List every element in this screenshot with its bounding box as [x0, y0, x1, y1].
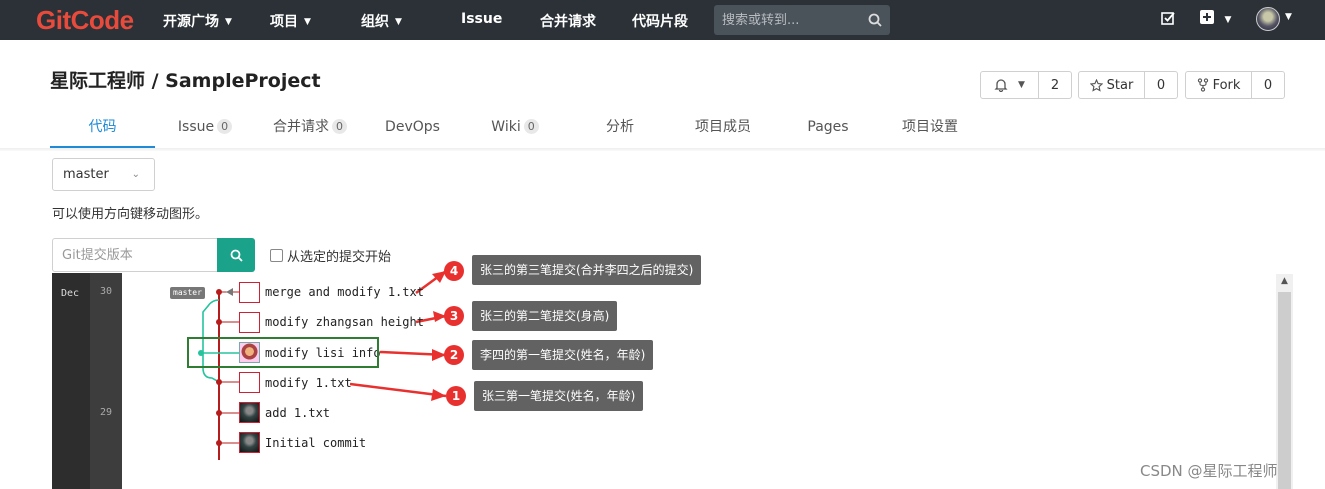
scrollbar-thumb[interactable] [1278, 292, 1291, 489]
annotation-number: 3 [444, 306, 464, 326]
commit-message[interactable]: merge and modify 1.txt [265, 285, 424, 299]
annotation-number: 4 [444, 261, 464, 281]
commit-avatar[interactable] [239, 312, 260, 333]
commit-avatar[interactable] [239, 402, 260, 423]
commit-avatar[interactable] [239, 432, 260, 453]
commit-message[interactable]: add 1.txt [265, 406, 330, 420]
annotation-label: 李四的第一笔提交(姓名，年龄) [472, 340, 654, 370]
annotation-label: 张三第一笔提交(姓名，年龄) [474, 381, 644, 411]
branch-tag-master[interactable]: master [170, 287, 205, 299]
annotation-number: 1 [446, 386, 466, 406]
annotation-label: 张三的第三笔提交(合并李四之后的提交) [472, 255, 702, 285]
commit-message[interactable]: Initial commit [265, 436, 366, 450]
graph-lines [198, 269, 447, 460]
highlight-box [187, 337, 379, 368]
scroll-up-arrow[interactable]: ▲ [1279, 276, 1290, 288]
watermark: CSDN @星际工程师 [1140, 462, 1278, 480]
commit-avatar[interactable] [239, 372, 260, 393]
commit-message[interactable]: modify zhangsan height [265, 315, 424, 329]
annotation-number: 2 [444, 345, 464, 365]
commit-message[interactable]: modify 1.txt [265, 376, 352, 390]
commit-avatar[interactable] [239, 282, 260, 303]
annotation-label: 张三的第二笔提交(身高) [472, 301, 618, 331]
